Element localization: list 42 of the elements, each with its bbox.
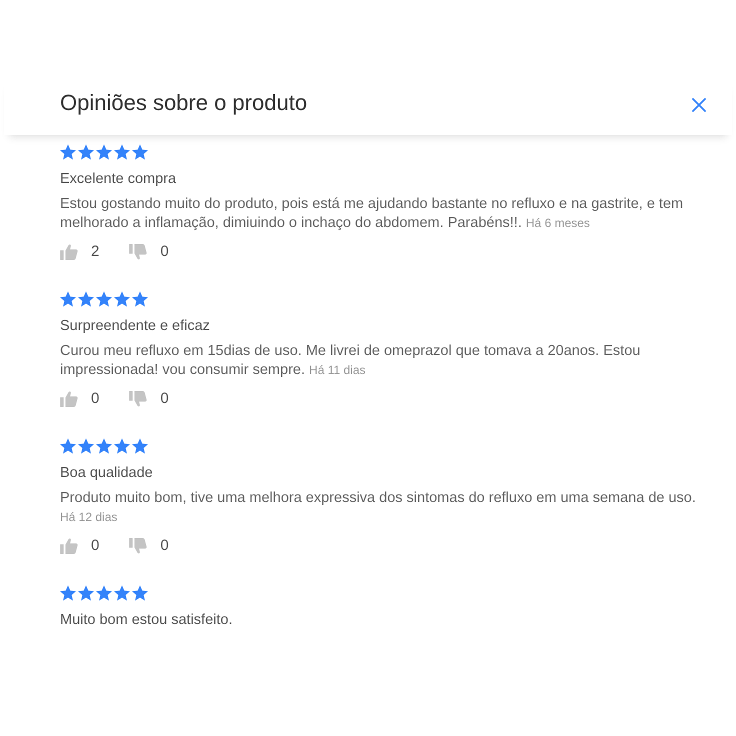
review-title: Surpreendente e eficaz (60, 317, 211, 336)
review-text: Produto muito bom, tive uma melhora expressiva dos sintomas do refluxo em uma semana de uso. Há 12 dias (60, 489, 697, 526)
dislike-button[interactable]: 0 (129, 536, 169, 556)
star-icon (78, 438, 94, 454)
star-icon (132, 438, 148, 454)
star-icon (96, 585, 112, 601)
star-icon (60, 585, 76, 601)
review-title: Excelente compra (60, 170, 178, 189)
thumbs-down-icon (129, 538, 148, 554)
star-icon (60, 291, 76, 307)
close-button[interactable] (692, 98, 706, 112)
review-title: Boa qualidade (60, 464, 154, 483)
dialog-title: Opiniões sobre o produto (60, 90, 308, 117)
star-icon (96, 438, 112, 454)
star-icon (60, 144, 76, 160)
thumbs-up-icon (60, 244, 78, 260)
star-icon (78, 291, 94, 307)
review-title: Muito bom estou satisfeito. (60, 611, 234, 630)
thumbs-up-icon (60, 538, 78, 554)
thumbs-up-icon (60, 391, 78, 407)
star-icon (114, 438, 130, 454)
star-icon (114, 585, 130, 601)
like-button[interactable]: 2 (60, 242, 100, 262)
close-icon (692, 98, 706, 112)
star-icon (60, 438, 76, 454)
star-icon (78, 585, 94, 601)
review-text: Estou gostando muito do produto, pois está me ajudando bastante no refluxo e na gastrite, e tem melhorado a inflamação, dimiuindo o inchaço do abdomem. Parabéns!!. Há 6 meses (60, 195, 684, 233)
star-icon (132, 585, 148, 601)
review-text: Curou meu refluxo em 15dias de uso. Me livrei de omeprazol que tomava a 20anos. Estou impressionada! vou consumir sempre. Há 11 dias (60, 342, 642, 380)
thumbs-down-icon (129, 244, 148, 260)
star-icon (78, 144, 94, 160)
star-icon (114, 144, 130, 160)
thumbs-down-icon (129, 391, 148, 407)
like-button[interactable]: 0 (60, 536, 100, 556)
star-icon (132, 291, 148, 307)
star-icon (96, 291, 112, 307)
star-icon (96, 144, 112, 160)
dislike-button[interactable]: 0 (129, 242, 169, 262)
like-button[interactable]: 0 (60, 389, 100, 409)
dislike-button[interactable]: 0 (129, 389, 169, 409)
star-icon (132, 144, 148, 160)
star-icon (114, 291, 130, 307)
